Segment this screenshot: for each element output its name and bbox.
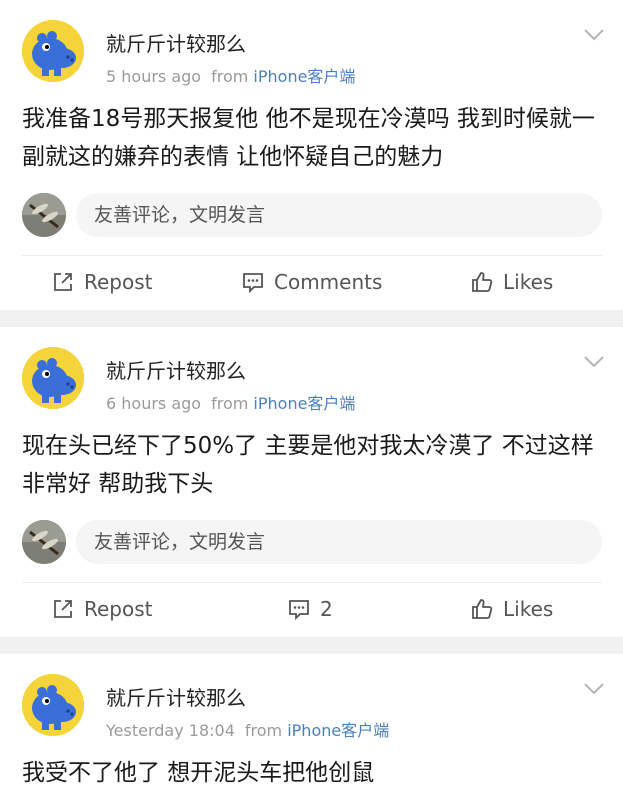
- chevron-down-icon[interactable]: [583, 28, 605, 42]
- chevron-down-icon[interactable]: [583, 355, 605, 369]
- comment-icon: [243, 273, 263, 293]
- comments-button[interactable]: 2: [288, 594, 333, 624]
- repost-label: Repost: [84, 270, 153, 294]
- divider: [22, 582, 602, 583]
- source-prefix: from: [211, 394, 249, 413]
- comments-button[interactable]: Comments: [242, 267, 382, 297]
- post-meta: 5 hours ago from iPhone客户端: [106, 63, 355, 87]
- repost-button[interactable]: Repost: [52, 267, 153, 297]
- like-icon: [472, 599, 493, 619]
- hippo-avatar-icon: [22, 347, 84, 409]
- repost-icon: [54, 273, 72, 291]
- post-meta: 6 hours ago from iPhone客户端: [106, 390, 355, 414]
- post-meta: Yesterday 18:04 from iPhone客户端: [106, 717, 389, 741]
- repost-icon: [54, 600, 72, 618]
- author-name[interactable]: 就斤斤计较那么: [106, 28, 246, 57]
- comments-label: Comments: [274, 270, 383, 294]
- source-device[interactable]: iPhone客户端: [287, 721, 389, 740]
- hippo-avatar-icon: [22, 674, 84, 736]
- comment-input[interactable]: 友善评论，文明发言: [76, 520, 602, 564]
- like-button[interactable]: Likes: [471, 267, 553, 297]
- author-avatar[interactable]: [22, 20, 84, 82]
- repost-button[interactable]: Repost: [52, 594, 153, 624]
- comments-count: 2: [320, 597, 333, 621]
- source-device[interactable]: iPhone客户端: [253, 394, 355, 413]
- like-button[interactable]: Likes: [471, 594, 553, 624]
- feed-post-1: 就斤斤计较那么 5 hours ago from iPhone客户端 我准备18号…: [0, 0, 623, 310]
- feed-post-2: 就斤斤计较那么 6 hours ago from iPhone客户端 现在头已经下…: [0, 327, 623, 637]
- commenter-avatar: [22, 520, 66, 564]
- post-text: 我受不了他了 想开泥头车把他创鼠: [22, 760, 375, 786]
- author-name[interactable]: 就斤斤计较那么: [106, 682, 246, 711]
- hippo-avatar-icon: [22, 20, 84, 82]
- like-icon: [472, 272, 493, 292]
- author-avatar[interactable]: [22, 674, 84, 736]
- source-device[interactable]: iPhone客户端: [253, 67, 355, 86]
- source-prefix: from: [211, 67, 249, 86]
- comment-icon: [289, 600, 309, 620]
- post-text: 我准备18号那天报复他 他不是现在冷漠吗 我到时候就一副就这的嫌弃的表情 让他怀…: [22, 106, 595, 170]
- dragonfly-avatar-icon: [22, 520, 66, 564]
- repost-label: Repost: [84, 597, 153, 621]
- post-text: 现在头已经下了50%了 主要是他对我太冷漠了 不过这样非常好 帮助我下头: [22, 433, 594, 497]
- likes-label: Likes: [503, 270, 554, 294]
- comment-input[interactable]: 友善评论，文明发言: [76, 193, 602, 237]
- post-time: 5 hours ago: [106, 67, 202, 86]
- post-time: 6 hours ago: [106, 394, 202, 413]
- author-name[interactable]: 就斤斤计较那么: [106, 355, 246, 384]
- commenter-avatar: [22, 193, 66, 237]
- divider: [22, 255, 602, 256]
- source-prefix: from: [244, 721, 283, 740]
- post-time: Yesterday 18:04: [106, 721, 235, 740]
- author-avatar[interactable]: [22, 347, 84, 409]
- dragonfly-avatar-icon: [22, 193, 66, 237]
- chevron-down-icon[interactable]: [583, 682, 605, 696]
- likes-label: Likes: [503, 597, 554, 621]
- feed-post-3: 就斤斤计较那么 Yesterday 18:04 from iPhone客户端 我受…: [0, 654, 623, 800]
